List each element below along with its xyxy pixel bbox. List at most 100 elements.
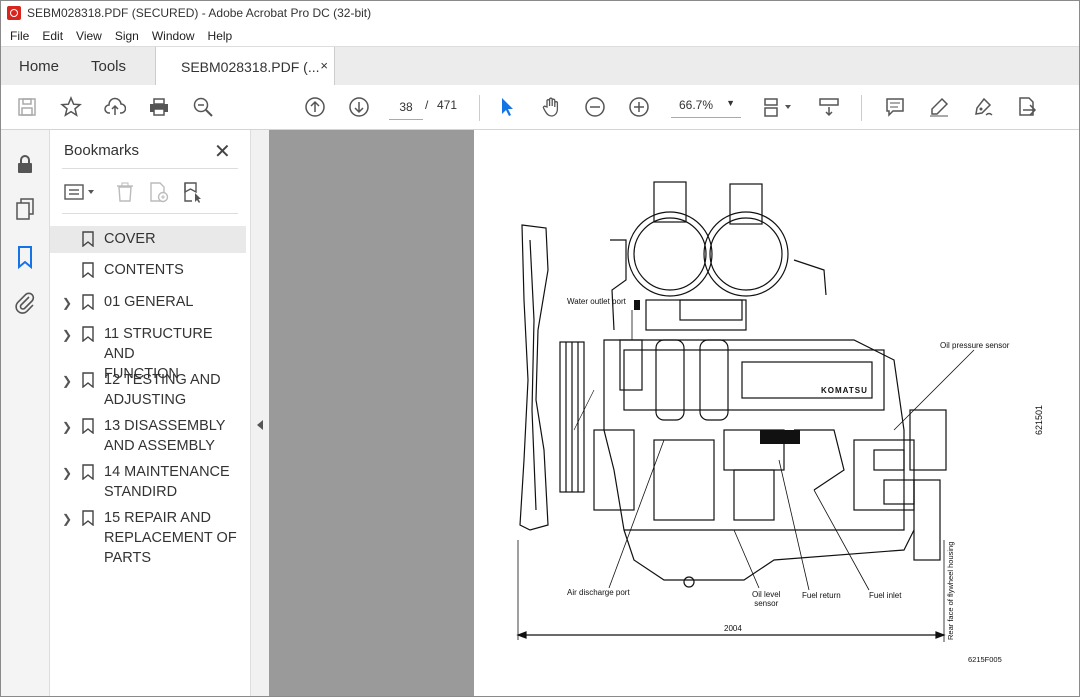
chevron-right-icon[interactable]: ❯ xyxy=(62,417,74,437)
chevron-right-icon[interactable]: ❯ xyxy=(62,325,74,345)
menu-bar: File Edit View Sign Window Help xyxy=(1,25,1079,46)
tab-document[interactable]: SEBM028318.PDF (... × xyxy=(155,47,335,86)
bookmark-item-structure[interactable]: ❯ 11 STRUCTURE AND FUNCTION xyxy=(50,324,246,382)
bookmark-item-cover[interactable]: COVER xyxy=(50,226,246,253)
next-page-icon[interactable] xyxy=(347,95,371,119)
bookmark-label: CONTENTS xyxy=(104,262,184,278)
acrobat-window: SEBM028318.PDF (SECURED) - Adobe Acrobat… xyxy=(0,0,1080,697)
find-bookmark-icon[interactable] xyxy=(182,181,204,203)
window-title: SEBM028318.PDF (SECURED) - Adobe Acrobat… xyxy=(27,6,372,20)
menu-window[interactable]: Window xyxy=(152,29,195,43)
close-icon[interactable]: ✕ xyxy=(214,139,231,164)
print-icon[interactable] xyxy=(147,95,171,119)
bookmark-options-icon[interactable] xyxy=(64,181,98,203)
page-number-input[interactable] xyxy=(389,95,423,120)
select-cursor-icon[interactable] xyxy=(495,95,519,119)
bookmark-icon xyxy=(82,418,94,434)
lock-icon[interactable] xyxy=(13,152,37,176)
navigation-rail xyxy=(1,130,50,696)
bookmark-icon xyxy=(82,294,94,310)
chevron-right-icon[interactable]: ❯ xyxy=(62,371,74,391)
document-view[interactable]: Water outlet port Oil pressure sensor KO… xyxy=(269,130,1079,696)
page-display-icon[interactable] xyxy=(761,95,797,119)
bookmark-label: COVER xyxy=(104,231,156,247)
zoom-in-icon[interactable] xyxy=(627,95,651,119)
bookmark-icon xyxy=(82,262,94,278)
highlight-pen-icon[interactable] xyxy=(927,95,951,119)
label-dimension: 2004 xyxy=(724,624,742,633)
bookmark-icon xyxy=(82,510,94,526)
tab-home[interactable]: Home xyxy=(19,47,59,85)
bookmark-item-disassembly[interactable]: ❯ 13 DISASSEMBLY AND ASSEMBLY xyxy=(50,416,246,458)
label-fuel-return: Fuel return xyxy=(802,591,841,600)
page-thumbnails-icon[interactable] xyxy=(13,197,37,221)
menu-view[interactable]: View xyxy=(76,29,102,43)
pdf-page: Water outlet port Oil pressure sensor KO… xyxy=(474,130,1079,696)
bookmark-icon xyxy=(82,464,94,480)
label-rear-face: Rear face of flywheel housing xyxy=(946,541,955,640)
bookmark-item-general[interactable]: ❯ 01 GENERAL xyxy=(50,292,246,314)
chevron-right-icon[interactable]: ❯ xyxy=(62,463,74,483)
star-icon[interactable] xyxy=(59,95,83,119)
acrobat-icon xyxy=(7,6,21,20)
bookmark-item-repair[interactable]: ❯ 15 REPAIR AND REPLACEMENT OF PARTS xyxy=(50,508,246,570)
bookmark-item-maintenance[interactable]: ❯ 14 MAINTENANCE STANDIRD xyxy=(50,462,246,504)
label-figure-id: 6215F005 xyxy=(968,655,1002,664)
label-side-id: 621501 xyxy=(1034,404,1044,435)
chevron-right-icon[interactable]: ❯ xyxy=(62,293,74,313)
label-oil-pressure: Oil pressure sensor xyxy=(940,341,1010,350)
bookmark-icon xyxy=(82,326,94,342)
tab-tools[interactable]: Tools xyxy=(91,47,126,85)
bookmark-item-contents[interactable]: CONTENTS xyxy=(50,260,246,282)
bookmark-icon xyxy=(82,372,94,388)
edit-pdf-icon[interactable] xyxy=(1015,95,1039,119)
label-fuel-inlet: Fuel inlet xyxy=(869,591,902,600)
collapse-arrow-icon[interactable] xyxy=(257,420,263,430)
page-separator: / xyxy=(425,98,429,112)
bookmark-label: 12 TESTING AND ADJUSTING xyxy=(104,372,221,408)
bookmark-label: 15 REPAIR AND REPLACEMENT OF PARTS xyxy=(104,510,237,566)
toolbar-divider xyxy=(479,95,480,121)
bookmark-label: 14 MAINTENANCE STANDIRD xyxy=(104,464,230,500)
menu-edit[interactable]: Edit xyxy=(42,29,63,43)
menu-file[interactable]: File xyxy=(10,29,29,43)
bookmarks-title: Bookmarks xyxy=(64,142,140,159)
bookmark-panel-icon[interactable] xyxy=(13,245,37,270)
menu-help[interactable]: Help xyxy=(208,29,233,43)
prev-page-icon[interactable] xyxy=(303,95,327,119)
sign-pen-icon[interactable] xyxy=(971,95,995,119)
menu-sign[interactable]: Sign xyxy=(115,29,139,43)
label-water-outlet: Water outlet port xyxy=(567,297,626,306)
page-total: 471 xyxy=(437,98,458,112)
toolbar-divider xyxy=(861,95,862,121)
main-toolbar: / 471 66.7% ▼ xyxy=(1,85,1079,130)
new-bookmark-icon[interactable] xyxy=(148,181,170,203)
hand-tool-icon[interactable] xyxy=(539,95,563,119)
panel-splitter[interactable] xyxy=(250,130,269,696)
zoom-level-select[interactable]: 66.7% ▼ xyxy=(671,95,741,118)
delete-bookmark-icon[interactable] xyxy=(114,181,136,203)
bookmark-icon xyxy=(82,231,94,247)
label-brand: KOMATSU xyxy=(821,386,868,395)
zoom-out-icon[interactable] xyxy=(583,95,607,119)
chevron-right-icon[interactable]: ❯ xyxy=(62,509,74,529)
bookmark-label: 01 GENERAL xyxy=(104,294,194,310)
bookmarks-panel: Bookmarks ✕ COVER CONTENTS ❯ 01 GENERAL … xyxy=(50,130,250,696)
label-oil-level: Oil level sensor xyxy=(752,590,781,608)
zoom-search-icon[interactable] xyxy=(191,95,215,119)
chevron-down-icon: ▼ xyxy=(726,98,735,108)
upload-cloud-icon[interactable] xyxy=(103,95,127,119)
save-icon[interactable] xyxy=(15,95,39,119)
tab-document-label: SEBM028318.PDF (... xyxy=(181,58,320,75)
zoom-level-value: 66.7% xyxy=(679,98,714,112)
bookmarks-toolbar xyxy=(62,168,238,214)
comment-icon[interactable] xyxy=(883,95,907,119)
attachment-icon[interactable] xyxy=(13,290,37,314)
label-air-discharge: Air discharge port xyxy=(567,588,630,597)
tab-bar: Home Tools SEBM028318.PDF (... × xyxy=(1,46,1079,86)
scrolling-mode-icon[interactable] xyxy=(817,95,841,119)
title-bar: SEBM028318.PDF (SECURED) - Adobe Acrobat… xyxy=(1,1,1079,25)
tab-close-icon[interactable]: × xyxy=(320,58,328,73)
bookmark-item-testing[interactable]: ❯ 12 TESTING AND ADJUSTING xyxy=(50,370,246,412)
bookmark-label: 13 DISASSEMBLY AND ASSEMBLY xyxy=(104,418,226,454)
